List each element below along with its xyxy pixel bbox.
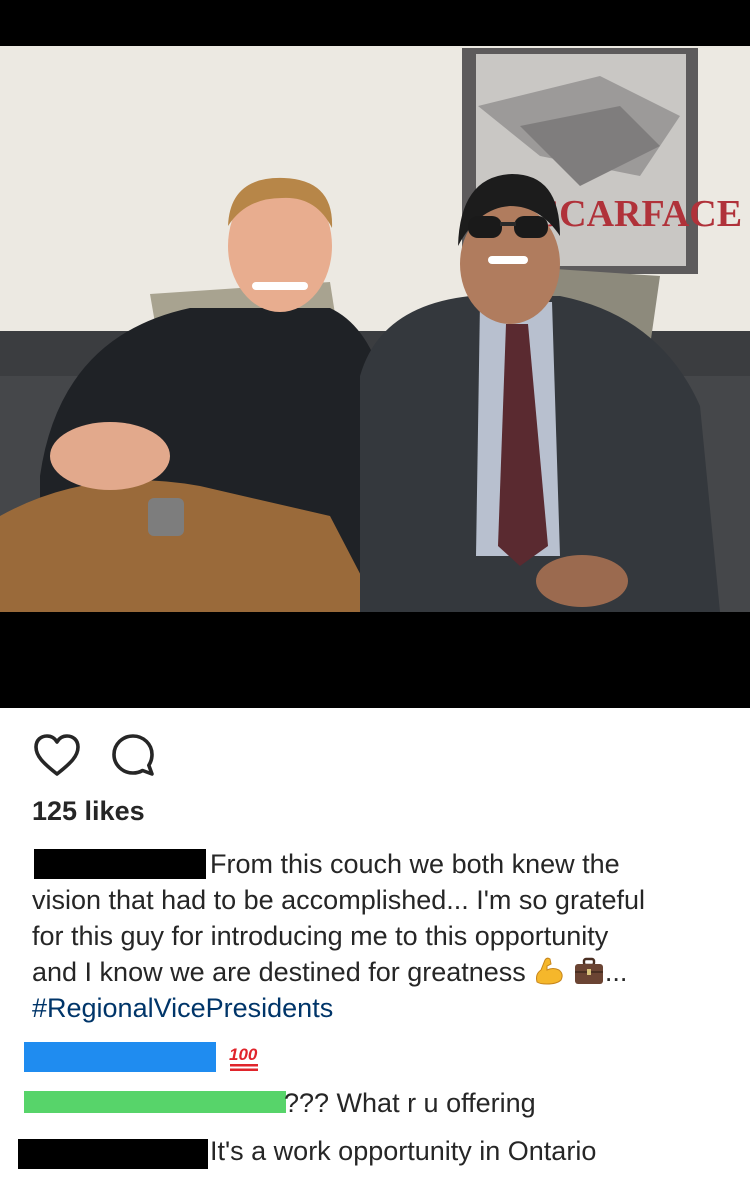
post-actions — [32, 730, 158, 780]
heart-outline-icon[interactable] — [32, 730, 82, 780]
top-redaction-bar — [0, 0, 750, 46]
comment-2-text: ??? What r u offering — [284, 1088, 536, 1118]
briefcase-emoji — [574, 957, 603, 984]
post-caption: From this couch we both knew the vision … — [32, 846, 722, 1026]
caption-line: vision that had to be accomplished... I'… — [32, 885, 645, 915]
caption-text: From this couch we both knew the — [210, 849, 620, 879]
speech-bubble-icon[interactable] — [108, 730, 158, 780]
post-photo[interactable]: SCARFACE — [0, 46, 750, 612]
caption-line: and I know we are destined for greatness… — [32, 954, 722, 990]
caption-text: and I know we are destined for greatness — [32, 957, 526, 987]
flexed-biceps-emoji — [536, 957, 563, 985]
comment-1: 100 — [228, 1040, 260, 1079]
poster-title: SCARFACE — [538, 193, 742, 235]
hashtag-link[interactable]: #RegionalVicePresidents — [32, 990, 722, 1026]
username-redaction-green — [24, 1091, 286, 1113]
username-redaction-blue — [24, 1042, 216, 1072]
caption-line: From this couch we both knew the — [32, 846, 722, 882]
comment-3-text: It's a work opportunity in Ontario — [210, 1136, 597, 1166]
caption-ellipsis: ... — [604, 957, 628, 987]
username-redaction-black — [18, 1139, 208, 1169]
hundred-points-text: 100 — [229, 1045, 258, 1064]
username-redaction — [34, 849, 206, 879]
bottom-redaction-bar — [0, 612, 750, 708]
caption-line: for this guy for introducing me to this … — [32, 921, 609, 951]
photo-illustration: SCARFACE — [0, 46, 750, 612]
post-photo-frame: SCARFACE — [0, 0, 750, 708]
hundred-points-emoji: 100 — [229, 1045, 258, 1071]
likes-count[interactable]: 125 likes — [32, 796, 145, 827]
